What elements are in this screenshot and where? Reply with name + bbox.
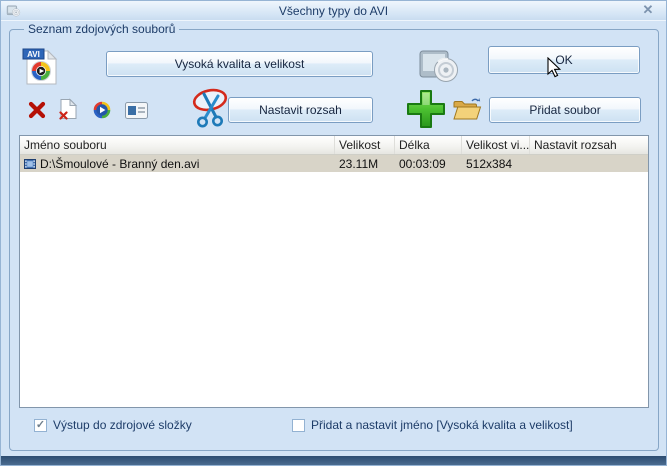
file-list-header: Jméno souboru Velikost Délka Velikost vi… [20,136,648,155]
delete-file-icon[interactable] [58,98,78,125]
file-length: 00:03:09 [399,156,446,171]
ok-button[interactable]: OK [488,46,640,74]
open-folder-icon[interactable] [452,95,482,128]
add-plus-icon[interactable] [404,87,448,134]
checkbox-unchecked[interactable] [292,418,305,432]
output-source-folder-label: Výstup do zdrojové složky [53,418,192,432]
preview-play-icon[interactable] [92,100,112,125]
remove-icon[interactable] [27,100,47,125]
avi-badge-text: AVI [27,50,40,59]
video-file-icon [24,158,36,170]
scissors-icon[interactable] [189,87,233,136]
window-title: Všechny typy do AVI [278,4,389,18]
ok-label: OK [555,53,573,67]
set-range-button[interactable]: Nastavit rozsah [228,97,373,123]
add-file-label: Přidat soubor [529,103,601,117]
file-size: 23.11M [339,156,379,171]
close-icon[interactable]: ✕ [641,3,655,17]
properties-panel-icon[interactable] [125,102,148,124]
file-name: D:\Šmoulové - Branný den.avi [40,156,200,171]
window-bottom-frame [1,456,666,465]
checkbox-checked[interactable]: ✓ [34,418,47,432]
add-set-name-label: Přidat a nastavit jméno [Vysoká kvalita … [311,418,573,432]
column-header-video-size[interactable]: Velikost vi... [462,136,530,154]
title-bar: Všechny typy do AVI ✕ [1,1,666,21]
column-header-length[interactable]: Délka [395,136,462,154]
avi-file-icon: AVI [20,46,62,93]
quality-preset-button[interactable]: Vysoká kvalita a velikost [106,51,373,77]
column-header-filename[interactable]: Jméno souboru [20,136,335,154]
file-video-size: 512x384 [466,156,513,171]
table-row[interactable]: D:\Šmoulové - Branný den.avi 23.11M 00:0… [20,155,648,172]
quality-preset-label: Vysoká kvalita a velikost [174,57,305,71]
add-set-name-checkbox[interactable]: Přidat a nastavit jméno [Vysoká kvalita … [292,418,573,432]
column-header-size[interactable]: Velikost [335,136,395,154]
dialog-window: Všechny typy do AVI ✕ Seznam zdojových s… [0,0,667,466]
set-range-label: Nastavit rozsah [259,103,342,117]
groupbox-label: Seznam zdojových souborů [24,22,180,36]
file-list: Jméno souboru Velikost Délka Velikost vi… [19,135,649,408]
column-header-range[interactable]: Nastavit rozsah [530,136,648,154]
add-file-button[interactable]: Přidat soubor [489,97,641,123]
output-source-folder-checkbox[interactable]: ✓ Výstup do zdrojové složky [34,418,192,432]
